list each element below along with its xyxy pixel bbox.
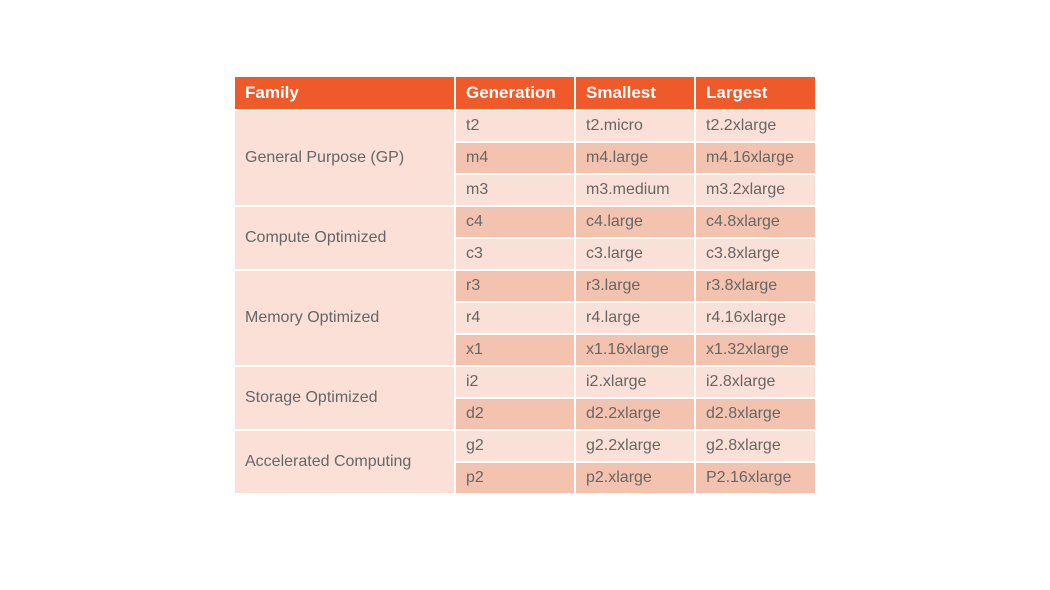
smallest-cell: i2.xlarge [575, 366, 695, 398]
largest-cell: x1.32xlarge [695, 334, 815, 366]
largest-cell: m3.2xlarge [695, 174, 815, 206]
smallest-cell: r3.large [575, 270, 695, 302]
largest-cell: P2.16xlarge [695, 462, 815, 493]
largest-cell: c3.8xlarge [695, 238, 815, 270]
smallest-cell: m4.large [575, 142, 695, 174]
generation-cell: x1 [455, 334, 575, 366]
smallest-cell: c3.large [575, 238, 695, 270]
largest-cell: d2.8xlarge [695, 398, 815, 430]
generation-cell: m4 [455, 142, 575, 174]
family-cell: Accelerated Computing [235, 430, 455, 493]
smallest-cell: d2.2xlarge [575, 398, 695, 430]
generation-cell: r3 [455, 270, 575, 302]
generation-cell: c4 [455, 206, 575, 238]
family-cell: General Purpose (GP) [235, 110, 455, 206]
col-header-smallest: Smallest [575, 77, 695, 110]
family-cell: Memory Optimized [235, 270, 455, 366]
generation-cell: r4 [455, 302, 575, 334]
col-header-largest: Largest [695, 77, 815, 110]
family-cell: Storage Optimized [235, 366, 455, 430]
generation-cell: g2 [455, 430, 575, 462]
smallest-cell: c4.large [575, 206, 695, 238]
largest-cell: r4.16xlarge [695, 302, 815, 334]
generation-cell: c3 [455, 238, 575, 270]
generation-cell: t2 [455, 110, 575, 142]
smallest-cell: t2.micro [575, 110, 695, 142]
family-cell: Compute Optimized [235, 206, 455, 270]
smallest-cell: r4.large [575, 302, 695, 334]
table-row: Storage Optimizedi2i2.xlargei2.8xlarge [235, 366, 815, 398]
smallest-cell: g2.2xlarge [575, 430, 695, 462]
instance-table: Family Generation Smallest Largest Gener… [235, 77, 815, 493]
generation-cell: p2 [455, 462, 575, 493]
table-body: General Purpose (GP)t2t2.microt2.2xlarge… [235, 110, 815, 493]
col-header-family: Family [235, 77, 455, 110]
largest-cell: c4.8xlarge [695, 206, 815, 238]
generation-cell: d2 [455, 398, 575, 430]
col-header-generation: Generation [455, 77, 575, 110]
instance-table-wrapper: Family Generation Smallest Largest Gener… [235, 77, 815, 493]
largest-cell: t2.2xlarge [695, 110, 815, 142]
table-row: Compute Optimizedc4c4.largec4.8xlarge [235, 206, 815, 238]
largest-cell: m4.16xlarge [695, 142, 815, 174]
smallest-cell: p2.xlarge [575, 462, 695, 493]
table-row: Memory Optimizedr3r3.larger3.8xlarge [235, 270, 815, 302]
largest-cell: g2.8xlarge [695, 430, 815, 462]
generation-cell: m3 [455, 174, 575, 206]
table-header-row: Family Generation Smallest Largest [235, 77, 815, 110]
smallest-cell: x1.16xlarge [575, 334, 695, 366]
table-row: General Purpose (GP)t2t2.microt2.2xlarge [235, 110, 815, 142]
largest-cell: i2.8xlarge [695, 366, 815, 398]
largest-cell: r3.8xlarge [695, 270, 815, 302]
table-row: Accelerated Computingg2g2.2xlargeg2.8xla… [235, 430, 815, 462]
smallest-cell: m3.medium [575, 174, 695, 206]
generation-cell: i2 [455, 366, 575, 398]
